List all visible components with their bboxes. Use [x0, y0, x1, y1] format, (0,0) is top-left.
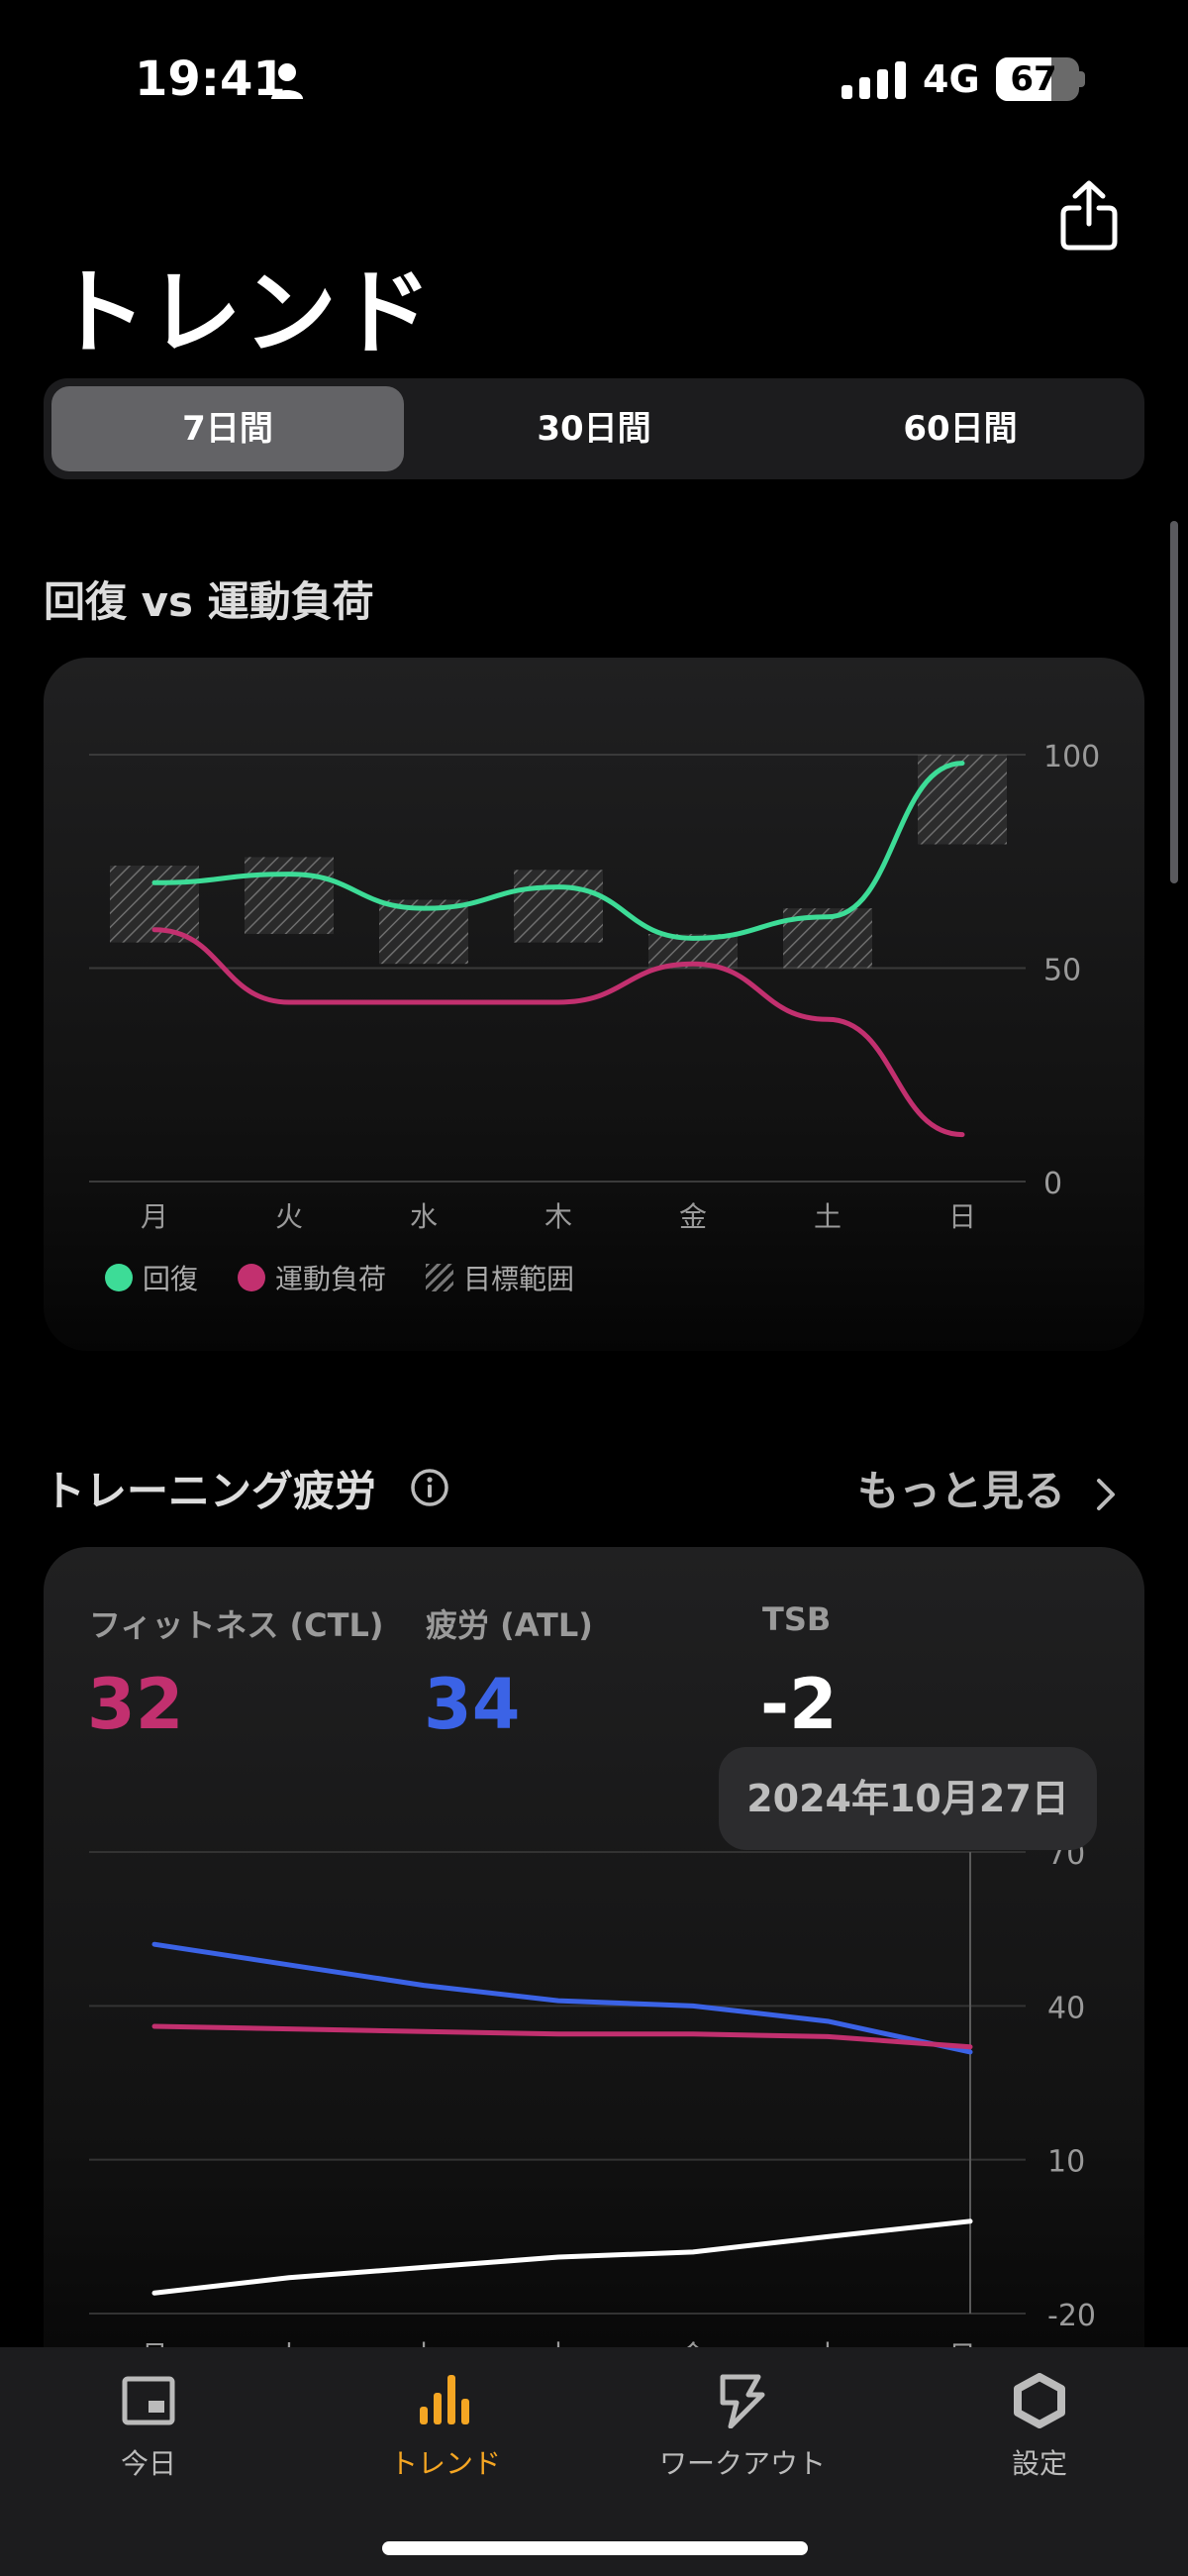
- tab-settings[interactable]: 設定: [891, 2373, 1188, 2482]
- y-tick-label: 10: [1047, 2145, 1085, 2180]
- y-tick-label: 40: [1047, 1991, 1085, 2025]
- home-indicator[interactable]: [382, 2541, 808, 2555]
- tab-label-trends: トレンド: [389, 2447, 501, 2480]
- x-tick-label: 土: [814, 2339, 842, 2347]
- tab-today[interactable]: 今日: [0, 2373, 297, 2482]
- settings-hexagon-icon: [1014, 2373, 1065, 2428]
- x-tick-label: 水: [410, 2339, 438, 2347]
- y-tick-label: -20: [1047, 2299, 1096, 2333]
- workout-bolt-icon: [720, 2374, 765, 2429]
- tab-label-settings: 設定: [1011, 2447, 1067, 2480]
- x-tick-label: 月: [141, 2339, 168, 2347]
- tsb-line: [151, 2218, 973, 2296]
- tab-trends[interactable]: トレンド: [297, 2373, 594, 2482]
- training-fatigue-chart: -20104070月火水木金土日: [89, 1837, 1096, 2347]
- tab-label-today: 今日: [120, 2447, 176, 2480]
- x-tick-label: 木: [544, 2339, 572, 2347]
- tab-workouts[interactable]: ワークアウト: [594, 2373, 891, 2482]
- x-tick-label: 日: [948, 2339, 976, 2347]
- today-icon: [122, 2376, 175, 2425]
- tab-label-workouts: ワークアウト: [658, 2447, 826, 2480]
- date-tooltip: 2024年10月27日: [719, 1747, 1097, 1850]
- x-tick-label: 火: [275, 2339, 303, 2347]
- ctl-line: [151, 2023, 973, 2050]
- x-tick-label: 金: [679, 2339, 707, 2347]
- trends-bar-icon: [420, 2375, 469, 2424]
